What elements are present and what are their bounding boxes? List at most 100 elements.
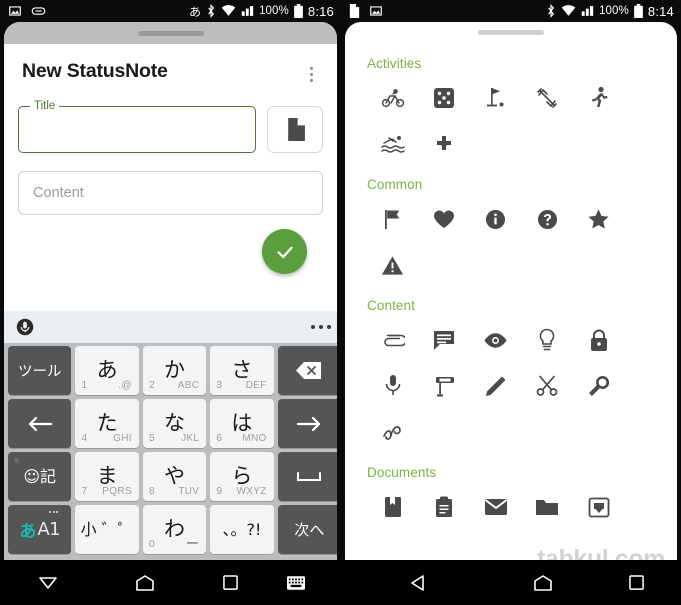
key-cursor-right[interactable] [277, 399, 337, 448]
icon-button-pencil[interactable] [470, 363, 522, 409]
key-punctuation[interactable]: 、。?! [210, 505, 274, 554]
flag-icon [384, 210, 399, 229]
icon-button-wrench[interactable] [573, 363, 625, 409]
mic-icon[interactable] [16, 318, 34, 336]
key-space[interactable] [277, 452, 337, 501]
icon-button-warning[interactable] [367, 242, 419, 288]
icon-button-sports[interactable] [522, 75, 574, 121]
icon-button-gesture[interactable] [367, 409, 419, 455]
icon-button-pool[interactable] [367, 121, 419, 167]
document-icon [349, 4, 360, 18]
key-ha[interactable]: は 6 MNO [210, 399, 274, 448]
icon-button-help[interactable] [522, 196, 574, 242]
battery-icon [294, 4, 303, 18]
keyboard-row: ☺記 ま 7 PQRS や 8 TUV ら 9 WXYZ [6, 452, 337, 501]
icon-button-attachment[interactable] [367, 317, 419, 363]
content-input[interactable] [33, 185, 308, 201]
title-input[interactable] [19, 107, 255, 152]
page-title: New StatusNote [22, 60, 168, 82]
icon-button-flag[interactable] [367, 196, 419, 242]
icon-button-comment[interactable] [419, 317, 471, 363]
pool-icon [381, 136, 405, 153]
icon-button-paint-roller[interactable] [419, 363, 471, 409]
drag-handle[interactable] [478, 29, 544, 35]
key-tool[interactable]: ツール [8, 346, 72, 395]
key-wa[interactable]: わ 0 ー [142, 505, 207, 554]
icon-button-book[interactable] [367, 484, 419, 530]
mic-icon [385, 375, 401, 395]
key-more-dots-icon [49, 511, 59, 513]
icon-button-gamepad[interactable] [419, 121, 471, 167]
key-a[interactable]: あ 1 .@ [75, 346, 139, 395]
icon-button-mic[interactable] [367, 363, 419, 409]
key-ra[interactable]: ら 9 WXYZ [210, 452, 274, 501]
key-ta[interactable]: た 4 GHI [75, 399, 139, 448]
icon-button-clipboard[interactable] [419, 484, 471, 530]
key-cursor-left[interactable] [8, 399, 72, 448]
drag-handle[interactable] [137, 30, 204, 36]
hide-keyboard-icon [39, 576, 57, 589]
key-ya[interactable]: や 8 TUV [142, 452, 207, 501]
status-right-icons: あ 100% 8:16 [189, 3, 334, 20]
left-nav-bar [0, 560, 341, 605]
key-input-mode[interactable]: あ A1 [8, 505, 72, 554]
attach-file-button[interactable] [267, 106, 323, 153]
sheet-drag-handle-bar[interactable] [4, 22, 337, 44]
content-field-wrapper[interactable] [18, 171, 323, 215]
folder-icon [536, 499, 559, 515]
bluetooth-icon [208, 4, 215, 18]
category-title-content: Content [367, 298, 415, 313]
icon-button-lock[interactable] [573, 317, 625, 363]
key-next[interactable]: 次へ [277, 505, 337, 554]
watermark: tabkul.com [537, 545, 665, 560]
arrow-left-icon [28, 416, 52, 431]
clock: 8:16 [307, 3, 334, 19]
icon-button-star[interactable] [573, 196, 625, 242]
image-icon [370, 6, 382, 16]
icon-button-info[interactable] [470, 196, 522, 242]
icon-button-scissors[interactable] [522, 363, 574, 409]
nav-recents-button[interactable] [194, 575, 266, 590]
icon-button-heart[interactable] [419, 196, 471, 242]
icon-button-dice[interactable] [419, 75, 471, 121]
icon-button-golf[interactable] [470, 75, 522, 121]
icon-button-eye[interactable] [470, 317, 522, 363]
nav-recents-button[interactable] [591, 575, 681, 590]
keyboard-row: ツール あ 1 .@ か 2 ABC さ 3 DEF [6, 346, 337, 395]
icon-button-mail[interactable] [470, 484, 522, 530]
nav-back-button[interactable] [341, 574, 494, 592]
icon-button-run[interactable] [573, 75, 625, 121]
keyboard-toolbar [4, 311, 337, 343]
nav-hide-keyboard-button[interactable] [0, 576, 96, 590]
mode-alnum-label: A1 [37, 519, 61, 540]
nav-switch-keyboard-button[interactable] [266, 575, 326, 590]
key-na[interactable]: な 5 JKL [142, 399, 207, 448]
run-icon [591, 86, 608, 107]
key-sa[interactable]: さ 3 DEF [210, 346, 274, 395]
key-backspace[interactable] [277, 346, 337, 395]
icon-button-folder[interactable] [522, 484, 574, 530]
key-ma[interactable]: ま 7 PQRS [75, 452, 139, 501]
overflow-menu-icon[interactable] [301, 60, 321, 86]
key-emoji-symbols[interactable]: ☺記 [8, 452, 72, 501]
clock: 8:14 [647, 3, 674, 19]
key-small-dakuten[interactable]: 小 ゛゜ [75, 505, 139, 554]
nav-home-button[interactable] [494, 574, 591, 592]
status-right-icons: 100% 8:14 [546, 4, 674, 19]
icon-grid-activities [367, 75, 655, 167]
space-icon [297, 471, 322, 481]
right-nav-bar [341, 560, 681, 605]
home-icon [533, 574, 552, 591]
icon-button-inbox[interactable] [573, 484, 625, 530]
nav-home-button[interactable] [96, 574, 194, 592]
keyboard-overflow-icon[interactable] [311, 325, 331, 329]
key-ka[interactable]: か 2 ABC [142, 346, 207, 395]
title-field-wrapper[interactable]: Title [18, 99, 256, 153]
title-row: Title [18, 99, 323, 153]
wifi-icon [221, 5, 236, 16]
icon-button-bike[interactable] [367, 75, 419, 121]
save-fab-button[interactable] [262, 229, 307, 274]
icon-button-lightbulb[interactable] [522, 317, 574, 363]
sheet-drag-handle-bar[interactable] [345, 22, 677, 42]
gamepad-icon [437, 136, 452, 150]
